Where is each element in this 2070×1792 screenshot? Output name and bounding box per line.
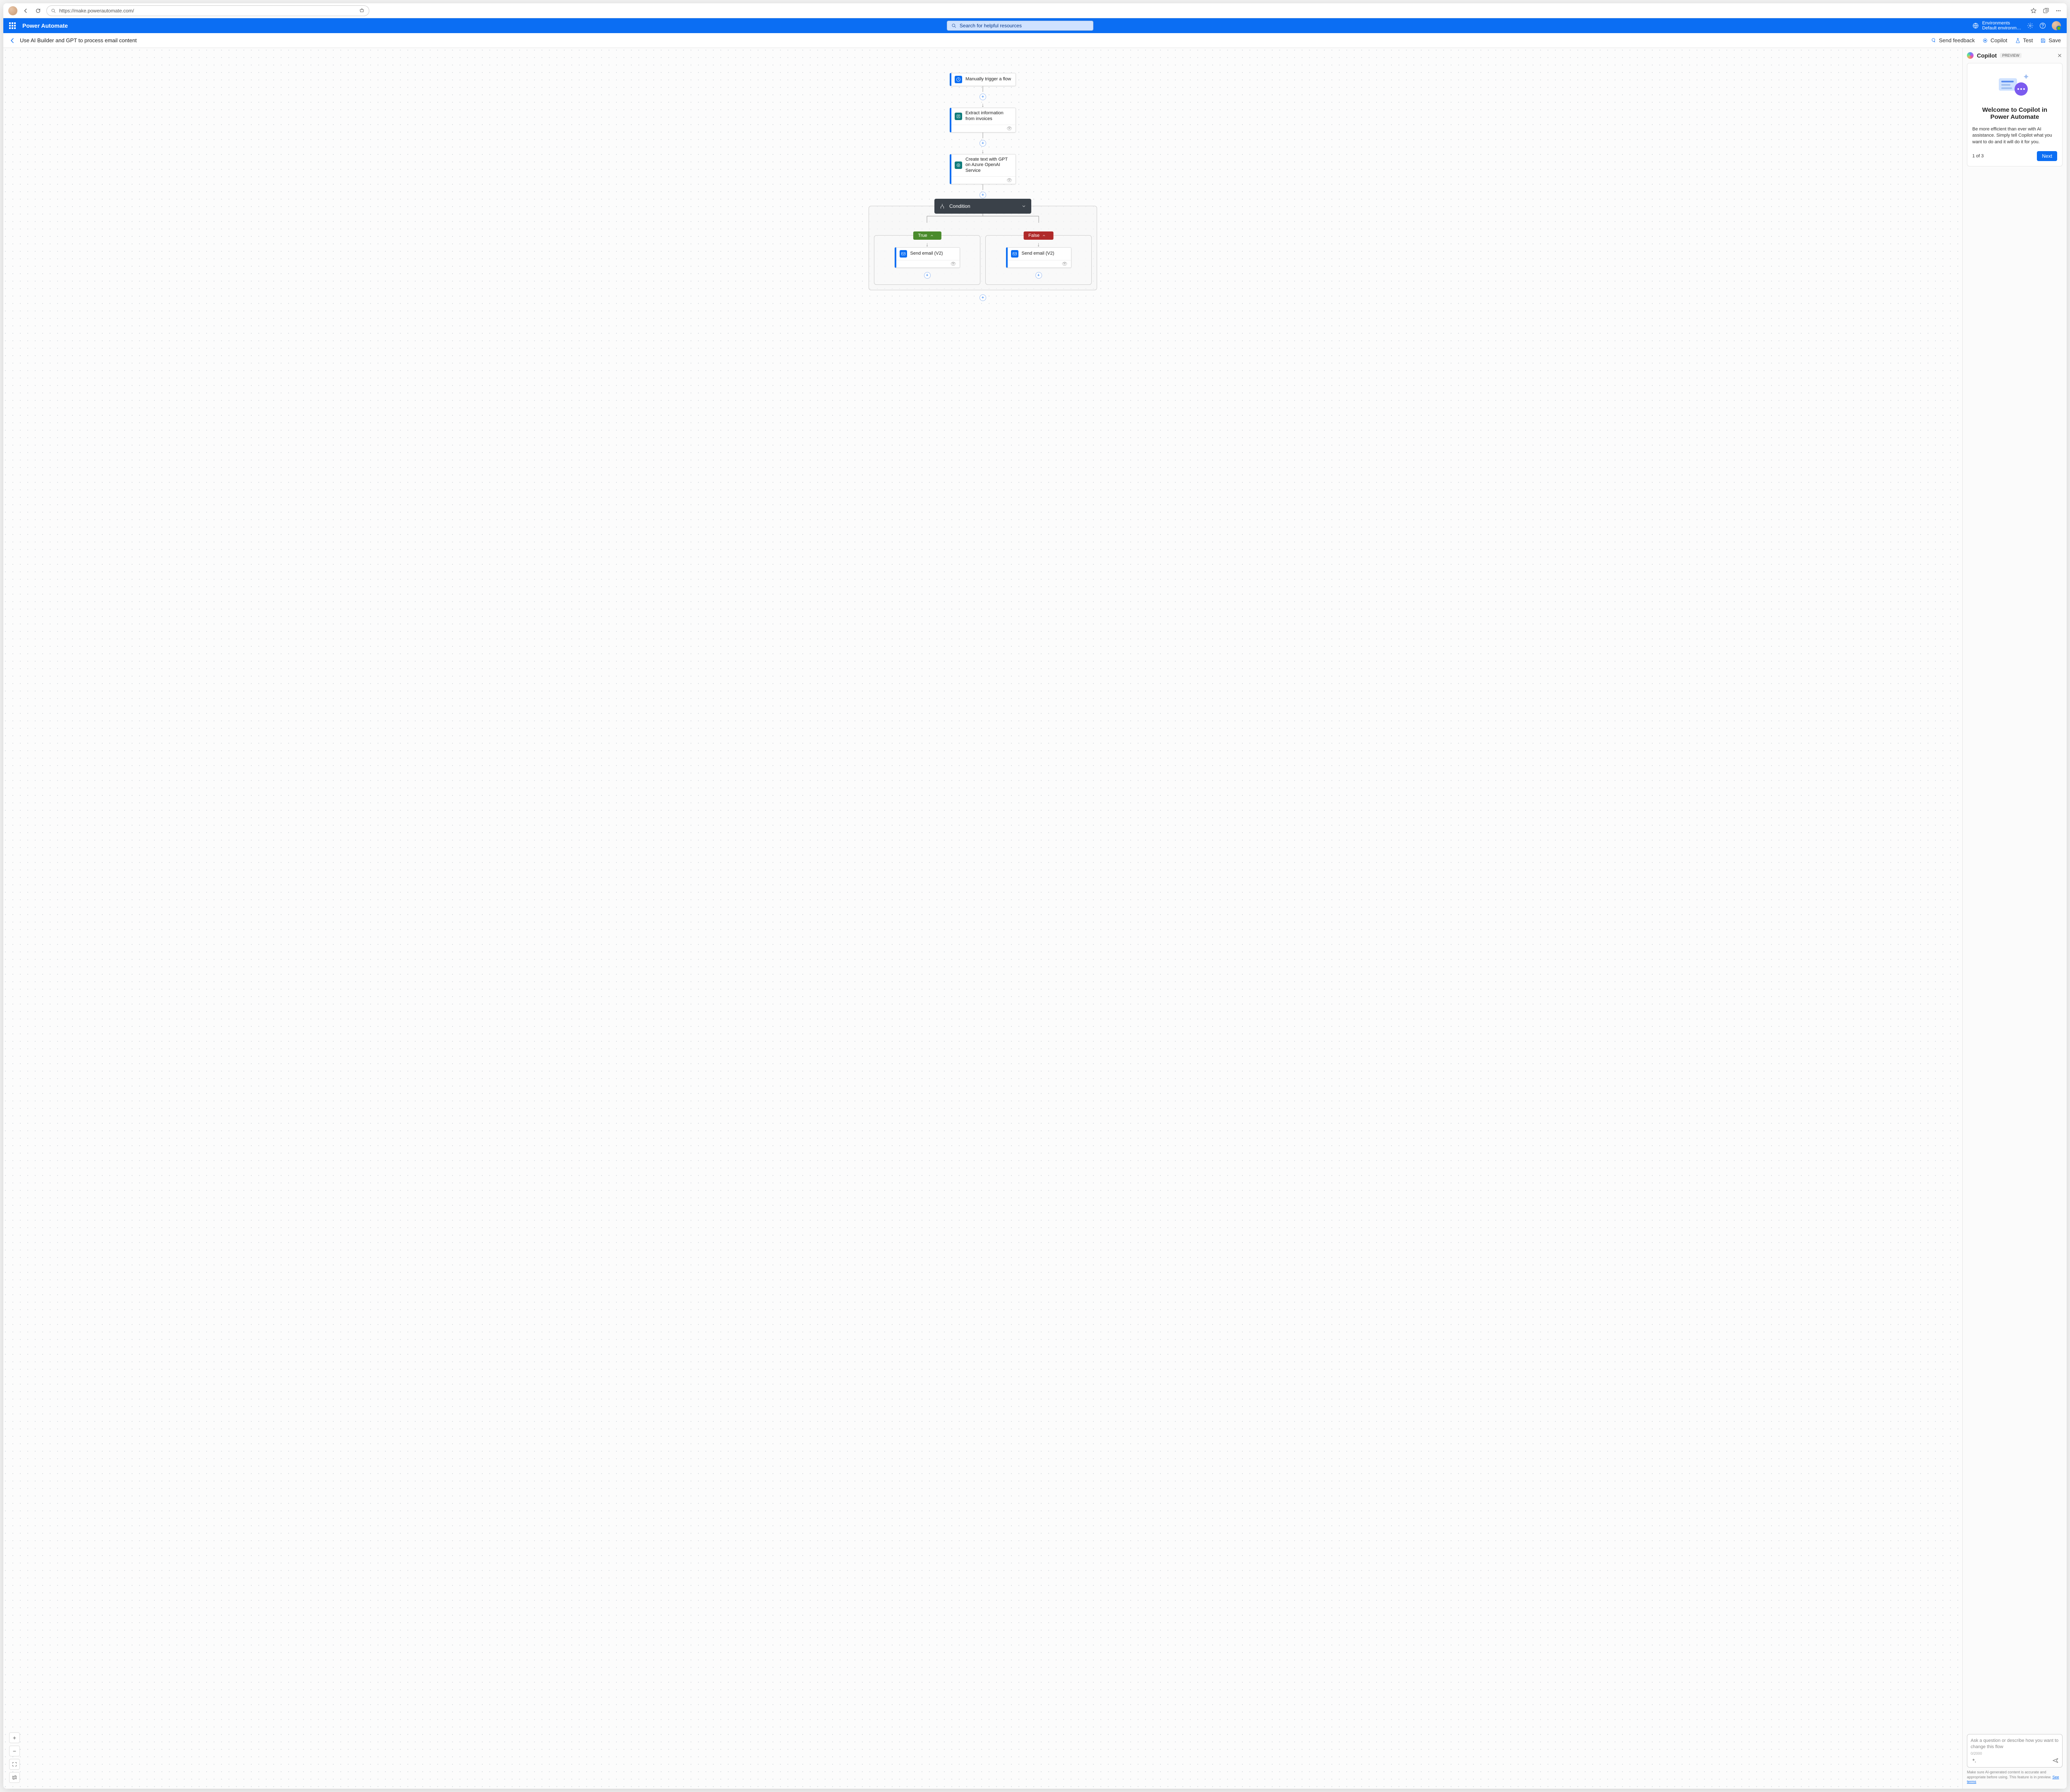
ai-builder-icon (955, 113, 962, 120)
copilot-title: Copilot (1977, 52, 1997, 59)
true-label[interactable]: True (913, 231, 941, 240)
preview-icon: 👁 (951, 261, 956, 267)
test-button[interactable]: Test (2015, 37, 2033, 43)
node-send-email-false[interactable]: Send email (V2) 👁 (1006, 247, 1071, 268)
copilot-input-placeholder: Ask a question or describe how you want … (1971, 1738, 2059, 1750)
shopping-icon (359, 8, 365, 14)
help-icon[interactable] (2039, 22, 2046, 29)
search-icon (951, 23, 956, 28)
true-branch: True ↓ Send email (V2) (874, 235, 980, 285)
command-bar: Use AI Builder and GPT to process email … (3, 33, 2067, 48)
outlook-icon (1011, 250, 1018, 258)
close-icon[interactable] (2057, 53, 2063, 58)
refresh-button[interactable] (34, 7, 42, 15)
chevron-down-icon (1021, 204, 1026, 209)
copilot-icon (1982, 38, 1988, 43)
minimap-button[interactable] (9, 1772, 20, 1783)
add-step-button[interactable]: + (980, 192, 986, 198)
zoom-out-button[interactable]: − (9, 1746, 20, 1756)
profile-avatar-icon[interactable] (8, 6, 17, 15)
false-label[interactable]: False (1023, 231, 1054, 240)
app-name[interactable]: Power Automate (22, 22, 68, 29)
false-branch: False ↓ Send email (V2) (985, 235, 1092, 285)
send-icon[interactable] (2052, 1757, 2059, 1764)
node-send-email-true[interactable]: Send email (V2) 👁 (895, 247, 960, 268)
environment-picker[interactable]: Environments Default environm… (1972, 21, 2021, 31)
feedback-icon (1930, 38, 1936, 43)
user-avatar[interactable] (2052, 21, 2061, 30)
arrow-down-icon: ↓ (982, 148, 984, 154)
address-url: https://make.powerautomate.com/ (59, 8, 356, 14)
add-step-button[interactable]: + (980, 94, 986, 100)
copilot-panel: Copilot PREVIEW (1962, 48, 2067, 1789)
zoom-controls: + − (9, 1732, 20, 1783)
arrow-down-icon: ↓ (982, 102, 984, 108)
sparkle-icon[interactable] (1971, 1758, 1976, 1763)
app-header: Power Automate Search for helpful resour… (3, 18, 2067, 33)
browser-right-icons (2030, 7, 2062, 14)
preview-badge: PREVIEW (2000, 53, 2022, 58)
flask-icon (2015, 38, 2021, 43)
connector: + ↓ (980, 86, 986, 108)
add-step-button[interactable]: + (980, 294, 986, 301)
environment-icon (1972, 22, 1979, 29)
trigger-icon (955, 76, 962, 83)
copilot-char-counter: 0/2000 (1971, 1751, 2059, 1756)
preview-icon: 👁 (1006, 126, 1012, 131)
copilot-logo-icon (1967, 52, 1974, 59)
settings-icon[interactable] (2027, 22, 2034, 29)
flow-canvas[interactable]: Manually trigger a flow + ↓ Extract info… (3, 48, 1962, 1789)
more-icon[interactable] (2055, 7, 2062, 14)
condition-node[interactable]: Condition (934, 199, 1031, 214)
zoom-in-button[interactable]: + (9, 1732, 20, 1743)
copilot-input[interactable]: Ask a question or describe how you want … (1967, 1734, 2063, 1768)
search-placeholder: Search for helpful resources (960, 23, 1022, 29)
search-icon (51, 8, 56, 13)
app-launcher-icon[interactable] (9, 22, 16, 29)
node-gpt-azure[interactable]: Create text with GPT on Azure OpenAI Ser… (950, 154, 1016, 184)
condition-block: Condition True ↓ (869, 206, 1097, 290)
address-bar[interactable]: https://make.powerautomate.com/ (46, 5, 369, 16)
favorite-icon[interactable] (2030, 7, 2037, 14)
node-trigger-manual[interactable]: Manually trigger a flow (950, 73, 1016, 86)
outlook-icon (900, 250, 907, 258)
connector: + (980, 293, 986, 303)
back-button[interactable] (22, 7, 30, 15)
branch-lines (900, 214, 1066, 223)
copilot-disclaimer: Make sure AI-generated content is accura… (1967, 1770, 2063, 1785)
fit-screen-button[interactable] (9, 1759, 20, 1770)
node-extract-invoices[interactable]: Extract information from invoices 👁 (950, 108, 1016, 132)
copilot-step: 1 of 3 (1972, 154, 1984, 159)
preview-icon: 👁 (1062, 261, 1068, 267)
copilot-button[interactable]: Copilot (1982, 37, 2007, 43)
collections-icon[interactable] (2043, 7, 2049, 14)
browser-bar: https://make.powerautomate.com/ (3, 3, 2067, 18)
send-feedback-button[interactable]: Send feedback (1930, 37, 1975, 43)
arrow-down-icon: ↓ (926, 241, 929, 247)
add-step-button[interactable]: + (980, 140, 986, 147)
copilot-welcome-title: Welcome to Copilot in Power Automate (1972, 106, 2057, 120)
search-input[interactable]: Search for helpful resources (947, 21, 1093, 31)
openai-icon (955, 161, 962, 169)
main-area: Manually trigger a flow + ↓ Extract info… (3, 48, 2067, 1789)
add-step-button[interactable]: + (924, 272, 931, 279)
copilot-welcome-card: Welcome to Copilot in Power Automate Be … (1967, 63, 2063, 166)
app-window: https://make.powerautomate.com/ Power Au… (3, 3, 2067, 1789)
add-step-button[interactable]: + (1035, 272, 1042, 279)
env-label: Environments (1982, 21, 2021, 26)
save-icon (2040, 38, 2046, 43)
back-arrow-icon[interactable] (9, 37, 16, 44)
flow-container: Manually trigger a flow + ↓ Extract info… (869, 73, 1097, 303)
flow-title: Use AI Builder and GPT to process email … (20, 37, 137, 43)
env-value: Default environm… (1982, 26, 2021, 31)
connector: + ↓ (980, 132, 986, 154)
condition-icon (939, 203, 945, 209)
arrow-down-icon: ↓ (1037, 241, 1040, 247)
save-button[interactable]: Save (2040, 37, 2061, 43)
preview-icon: 👁 (1006, 178, 1012, 183)
next-button[interactable]: Next (2037, 151, 2057, 161)
copilot-illustration (1972, 71, 2057, 100)
copilot-welcome-body: Be more efficient than ever with AI assi… (1972, 126, 2057, 145)
